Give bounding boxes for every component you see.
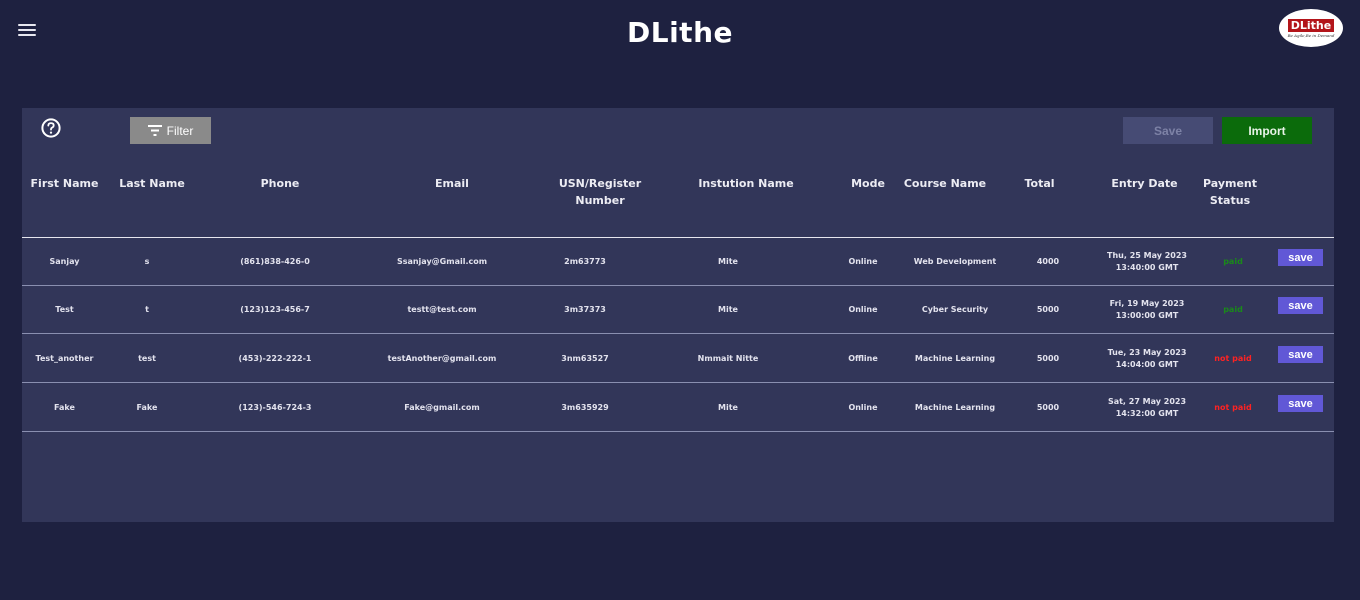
row-save-button[interactable]: save: [1278, 346, 1323, 363]
cell-course: Cyber Security: [921, 305, 989, 314]
column-header-email[interactable]: Email: [402, 175, 502, 192]
table-row: Fake Fake (123)-546-724-3 Fake@gmail.com…: [22, 384, 1334, 432]
cell-entry-date: Tue, 23 May 2023 14:04:00 GMT: [1097, 347, 1197, 371]
cell-course: Machine Learning: [914, 354, 996, 363]
cell-entry-date-day: Fri, 19 May 2023: [1109, 299, 1185, 308]
help-icon[interactable]: [41, 118, 61, 138]
logo-tagline: Be Agile,Be in Demand: [1287, 32, 1335, 38]
table-row: Sanjay s (861)838-426-0 Ssanjay@Gmail.co…: [22, 238, 1334, 286]
cell-entry-date-day: Tue, 23 May 2023: [1107, 348, 1187, 357]
cell-email: Fake@gmail.com: [404, 403, 480, 412]
row-save-button[interactable]: save: [1278, 249, 1323, 266]
cell-total: 5000: [1036, 354, 1060, 363]
row-divider: [22, 333, 1334, 334]
logo-wordmark: DLithe: [1287, 18, 1335, 32]
cell-last-name: test: [138, 354, 156, 363]
cell-institution: Nmmait Nitte: [697, 354, 759, 363]
table-row: Test_another test (453)-222-222-1 testAn…: [22, 335, 1334, 383]
cell-payment-status: paid: [1223, 257, 1243, 266]
column-header-usn-line1: USN/Register: [558, 177, 642, 190]
filter-icon: [147, 125, 162, 136]
column-header-usn[interactable]: USN/Register Number: [545, 175, 655, 209]
column-header-payment-line2: Status: [1209, 194, 1251, 207]
cell-first-name: Test: [55, 305, 74, 314]
row-save-button[interactable]: save: [1278, 297, 1323, 314]
column-header-payment-status[interactable]: Payment Status: [1192, 175, 1268, 209]
cell-entry-date-time: 14:32:00 GMT: [1115, 409, 1179, 418]
column-header-phone[interactable]: Phone: [230, 175, 330, 192]
cell-institution: Mite: [718, 305, 738, 314]
save-button[interactable]: Save: [1123, 117, 1213, 144]
cell-payment-status: not paid: [1214, 403, 1252, 412]
cell-mode: Offline: [848, 354, 878, 363]
filter-button[interactable]: Filter: [130, 117, 211, 144]
cell-phone: (861)838-426-0: [240, 257, 310, 266]
students-table-panel: Filter Save Import First Name Last Name …: [22, 108, 1334, 522]
cell-mode: Online: [848, 305, 878, 314]
column-header-entry-date[interactable]: Entry Date: [1097, 175, 1192, 192]
column-header-institution[interactable]: Instution Name: [686, 175, 806, 192]
column-header-payment-line1: Payment: [1202, 177, 1258, 190]
column-header-last-name[interactable]: Last Name: [112, 175, 192, 192]
cell-first-name: Fake: [54, 403, 75, 412]
column-header-course[interactable]: Course Name: [895, 175, 995, 192]
cell-email: testt@test.com: [407, 305, 477, 314]
cell-entry-date: Fri, 19 May 2023 13:00:00 GMT: [1097, 298, 1197, 322]
cell-course: Web Development: [913, 257, 997, 266]
cell-usn: 3m37373: [564, 305, 606, 314]
cell-entry-date: Sat, 27 May 2023 14:32:00 GMT: [1097, 396, 1197, 420]
cell-total: 5000: [1036, 403, 1060, 412]
cell-total: 4000: [1036, 257, 1060, 266]
cell-entry-date-day: Thu, 25 May 2023: [1107, 251, 1187, 260]
cell-usn: 2m63773: [564, 257, 606, 266]
cell-email: Ssanjay@Gmail.com: [396, 257, 488, 266]
import-button[interactable]: Import: [1222, 117, 1312, 144]
filter-label: Filter: [166, 123, 194, 138]
cell-mode: Online: [848, 257, 878, 266]
cell-last-name: Fake: [136, 403, 158, 412]
row-divider: [22, 382, 1334, 383]
column-header-mode[interactable]: Mode: [841, 175, 895, 192]
column-header-first-name[interactable]: First Name: [27, 175, 102, 192]
cell-institution: Mite: [718, 403, 738, 412]
cell-phone: (123)123-456-7: [240, 305, 310, 314]
cell-last-name: s: [144, 257, 150, 266]
cell-phone: (123)-546-724-3: [238, 403, 312, 412]
brand-logo[interactable]: DLithe Be Agile,Be in Demand: [1279, 9, 1343, 47]
column-header-usn-line2: Number: [575, 194, 625, 207]
cell-payment-status: paid: [1223, 305, 1243, 314]
cell-entry-date-time: 13:00:00 GMT: [1115, 311, 1179, 320]
cell-entry-date-day: Sat, 27 May 2023: [1107, 397, 1187, 406]
cell-payment-status: not paid: [1214, 354, 1252, 363]
cell-total: 5000: [1036, 305, 1060, 314]
app-title: DLithe: [627, 16, 733, 49]
cell-entry-date-time: 13:40:00 GMT: [1115, 263, 1179, 272]
cell-entry-date: Thu, 25 May 2023 13:40:00 GMT: [1097, 250, 1197, 274]
row-divider: [22, 431, 1334, 432]
cell-first-name: Sanjay: [49, 257, 80, 266]
cell-institution: Mite: [718, 257, 738, 266]
cell-email: testAnother@gmail.com: [387, 354, 497, 363]
cell-usn: 3nm63527: [561, 354, 609, 363]
column-header-total[interactable]: Total: [1012, 175, 1067, 192]
cell-first-name: Test_another: [35, 354, 94, 363]
cell-course: Machine Learning: [914, 403, 996, 412]
row-save-button[interactable]: save: [1278, 395, 1323, 412]
cell-mode: Online: [848, 403, 878, 412]
cell-last-name: t: [145, 305, 149, 314]
table-row: Test t (123)123-456-7 testt@test.com 3m3…: [22, 286, 1334, 334]
cell-phone: (453)-222-222-1: [238, 354, 312, 363]
cell-entry-date-time: 14:04:00 GMT: [1115, 360, 1179, 369]
cell-usn: 3m635929: [561, 403, 609, 412]
